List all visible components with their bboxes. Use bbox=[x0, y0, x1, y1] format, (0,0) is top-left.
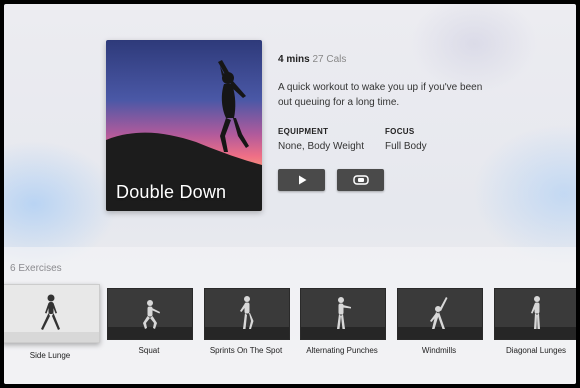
workout-artwork[interactable]: Double Down bbox=[106, 40, 262, 211]
exercise-thumbnail bbox=[4, 284, 100, 343]
exercise-thumbnail bbox=[397, 288, 483, 340]
exercise-item[interactable]: Alternating Punches bbox=[300, 288, 386, 356]
play-button[interactable] bbox=[278, 169, 325, 191]
athlete-figure bbox=[41, 294, 60, 330]
app-window: Double Down 4 mins 27 Cals A quick worko… bbox=[4, 4, 576, 384]
exercise-thumbnail bbox=[494, 288, 576, 340]
exercise-label: Squat bbox=[138, 346, 160, 355]
duration-text: 4 mins bbox=[278, 54, 310, 65]
exercises-heading: 6 Exercises bbox=[10, 263, 62, 274]
workout-title: Double Down bbox=[116, 182, 227, 202]
play-icon bbox=[298, 175, 306, 185]
focus-value: Full Body bbox=[385, 141, 427, 152]
athlete-figure bbox=[143, 300, 160, 329]
send-to-watch-button[interactable] bbox=[337, 169, 384, 191]
exercise-label: Diagonal Lunges bbox=[505, 346, 567, 355]
exercise-thumbnail bbox=[204, 288, 290, 340]
focus-label: FOCUS bbox=[385, 127, 415, 136]
athlete-figure bbox=[337, 297, 351, 329]
calories-text: 27 Cals bbox=[312, 54, 347, 65]
workout-meta: 4 mins 27 Cals bbox=[278, 54, 346, 65]
exercise-item[interactable]: Side Lunge bbox=[4, 284, 100, 361]
athlete-figure bbox=[430, 297, 448, 329]
workout-description: A quick workout to wake you up if you've… bbox=[278, 82, 483, 108]
exercise-thumbnail bbox=[107, 288, 193, 340]
athlete-figure bbox=[240, 296, 254, 329]
exercise-label: Windmills bbox=[421, 346, 457, 355]
exercise-thumbnail bbox=[300, 288, 386, 340]
exercise-item[interactable]: Squat bbox=[107, 288, 193, 356]
exercise-label: Alternating Punches bbox=[306, 346, 378, 355]
exercise-label: Side Lunge bbox=[29, 351, 71, 360]
equipment-value: None, Body Weight bbox=[278, 141, 364, 152]
exercise-item[interactable]: Windmills bbox=[397, 288, 483, 356]
equipment-label: EQUIPMENT bbox=[278, 127, 329, 136]
athlete-figure bbox=[531, 296, 540, 329]
exercise-item[interactable]: Diagonal Lunges bbox=[494, 288, 576, 356]
exercise-label: Sprints On The Spot bbox=[209, 346, 283, 355]
watch-icon bbox=[352, 175, 369, 185]
exercise-item[interactable]: Sprints On The Spot bbox=[204, 288, 290, 356]
